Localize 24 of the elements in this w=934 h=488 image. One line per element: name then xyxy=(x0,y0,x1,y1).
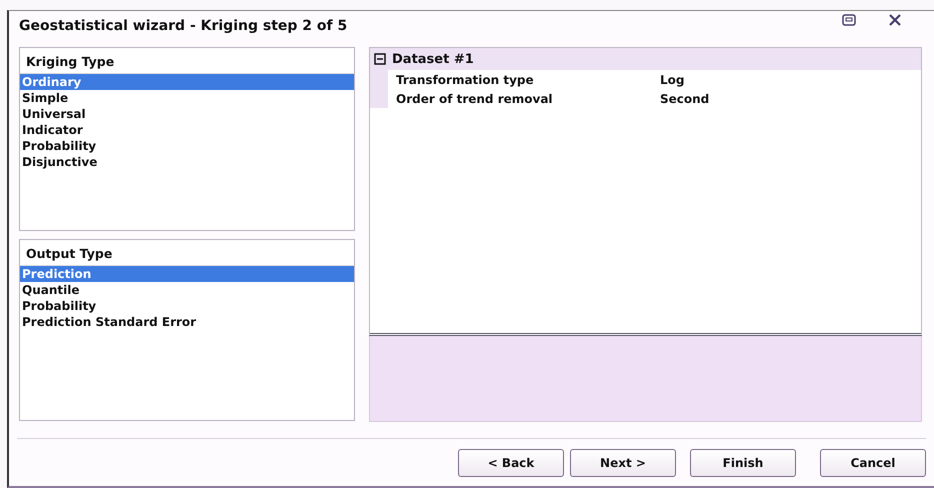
list-item[interactable]: Ordinary xyxy=(20,74,354,90)
list-item[interactable]: Quantile xyxy=(20,282,354,298)
restore-icon[interactable] xyxy=(842,14,856,26)
wizard-button[interactable]: < Back xyxy=(458,449,564,477)
window-title: Geostatistical wizard - Kriging step 2 of 5 xyxy=(19,18,348,34)
property-value[interactable]: Log xyxy=(658,72,684,86)
collapse-icon[interactable] xyxy=(374,53,386,65)
list-item[interactable]: Probability xyxy=(20,138,354,154)
row-gutter xyxy=(370,89,388,108)
list-item[interactable]: Universal xyxy=(20,106,354,122)
list-item[interactable]: Prediction Standard Error xyxy=(20,314,354,330)
list-item[interactable]: Probability xyxy=(20,298,354,314)
wizard-button[interactable]: Next > xyxy=(570,449,676,477)
group-title: Dataset #1 xyxy=(392,52,474,66)
property-name: Order of trend removal xyxy=(395,92,554,106)
list-item[interactable]: Indicator xyxy=(20,122,354,138)
list-item[interactable]: Disjunctive xyxy=(20,154,354,170)
close-icon[interactable] xyxy=(888,14,902,26)
property-value[interactable]: Second xyxy=(658,92,710,106)
wizard-button[interactable]: Finish xyxy=(690,449,796,477)
wizard-button[interactable]: Cancel xyxy=(820,449,926,477)
list-item[interactable]: Prediction xyxy=(20,266,354,282)
list-item[interactable]: Simple xyxy=(20,90,354,106)
property-name: Transformation type xyxy=(395,72,535,86)
